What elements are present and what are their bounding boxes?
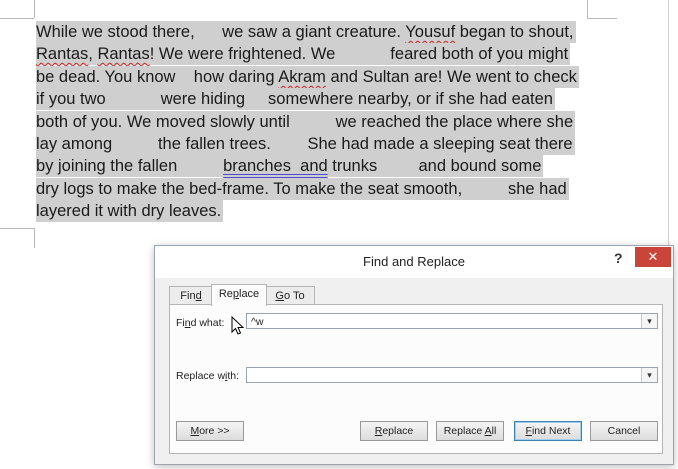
page-edge (668, 0, 669, 245)
text-line[interactable]: both of you. We moved slowly until we re… (36, 111, 576, 133)
cancel-button[interactable]: Cancel (590, 421, 658, 441)
margin-mark (34, 0, 35, 18)
chevron-down-icon[interactable]: ▾ (641, 314, 657, 328)
text-run: trunks and bound some (327, 157, 542, 175)
help-button[interactable]: ? (614, 250, 623, 266)
text-line[interactable]: if you two were hiding somewhere nearby,… (36, 88, 555, 110)
margin-mark (0, 228, 34, 229)
tab-find[interactable]: Find (169, 286, 213, 305)
replace-button[interactable]: Replace (360, 421, 428, 441)
flagged-word: Akram (278, 68, 326, 86)
text-run: by joining the fallen (36, 157, 224, 175)
text-line[interactable]: by joining the fallen branches and trunk… (36, 155, 544, 177)
text-run: dry logs to make the bed-frame. To make … (36, 180, 567, 198)
tab-goto[interactable]: Go To (265, 286, 315, 305)
text-line[interactable]: While we stood there, we saw a giant cre… (36, 21, 576, 43)
dialog-titlebar[interactable]: Find and Replace ? ✕ (155, 246, 673, 278)
margin-mark (34, 228, 35, 248)
text-run: layered it with dry leaves. (36, 202, 222, 220)
flagged-word: Yousuf (405, 23, 456, 41)
text-run: if you two were hiding somewhere nearby,… (36, 90, 553, 108)
find-next-button[interactable]: Find Next (514, 421, 582, 441)
find-what-label: Find what: (176, 317, 225, 329)
mouse-pointer-icon (231, 316, 245, 335)
dialog-title: Find and Replace (363, 254, 465, 269)
find-what-value: ^w (251, 316, 264, 328)
text-run: began to shout, (455, 23, 574, 41)
replace-all-button[interactable]: Replace All (436, 421, 504, 441)
text-run: and Sultan are! We went to check (325, 68, 577, 86)
text-line[interactable]: dry logs to make the bed-frame. To make … (36, 178, 569, 200)
replace-with-input[interactable]: ▾ (246, 367, 658, 383)
replace-with-label: Replace with: (176, 370, 240, 382)
text-run: both of you. We moved slowly until we re… (36, 113, 574, 131)
close-icon: ✕ (647, 249, 659, 264)
margin-mark (587, 18, 617, 19)
text-run: lay among the fallen trees. She had made… (36, 135, 573, 153)
more-button[interactable]: More >> (176, 421, 244, 441)
margin-mark (0, 18, 34, 19)
find-what-input[interactable]: ^w ▾ (246, 313, 658, 329)
find-replace-dialog: Find and Replace ? ✕ Find Replace Go To … (154, 245, 674, 465)
flagged-word: branches and (223, 157, 328, 175)
close-button[interactable]: ✕ (635, 247, 671, 267)
chevron-down-icon[interactable]: ▾ (641, 368, 657, 382)
text-line[interactable]: Rantas, Rantas! We were frightened. We f… (36, 43, 571, 65)
text-line[interactable]: lay among the fallen trees. She had made… (36, 133, 575, 155)
text-line[interactable]: layered it with dry leaves. (36, 200, 224, 222)
text-line[interactable]: be dead. You know how daring Akram and S… (36, 66, 579, 88)
flagged-word: Rantas (97, 45, 150, 63)
text-run: be dead. You know how daring (36, 68, 279, 86)
tab-replace[interactable]: Replace (211, 284, 267, 306)
margin-mark (587, 0, 588, 18)
text-run: ! We were frightened. We feared both of … (149, 45, 569, 63)
flagged-word: Rantas (36, 45, 89, 63)
text-run: While we stood there, we saw a giant cre… (36, 23, 406, 41)
